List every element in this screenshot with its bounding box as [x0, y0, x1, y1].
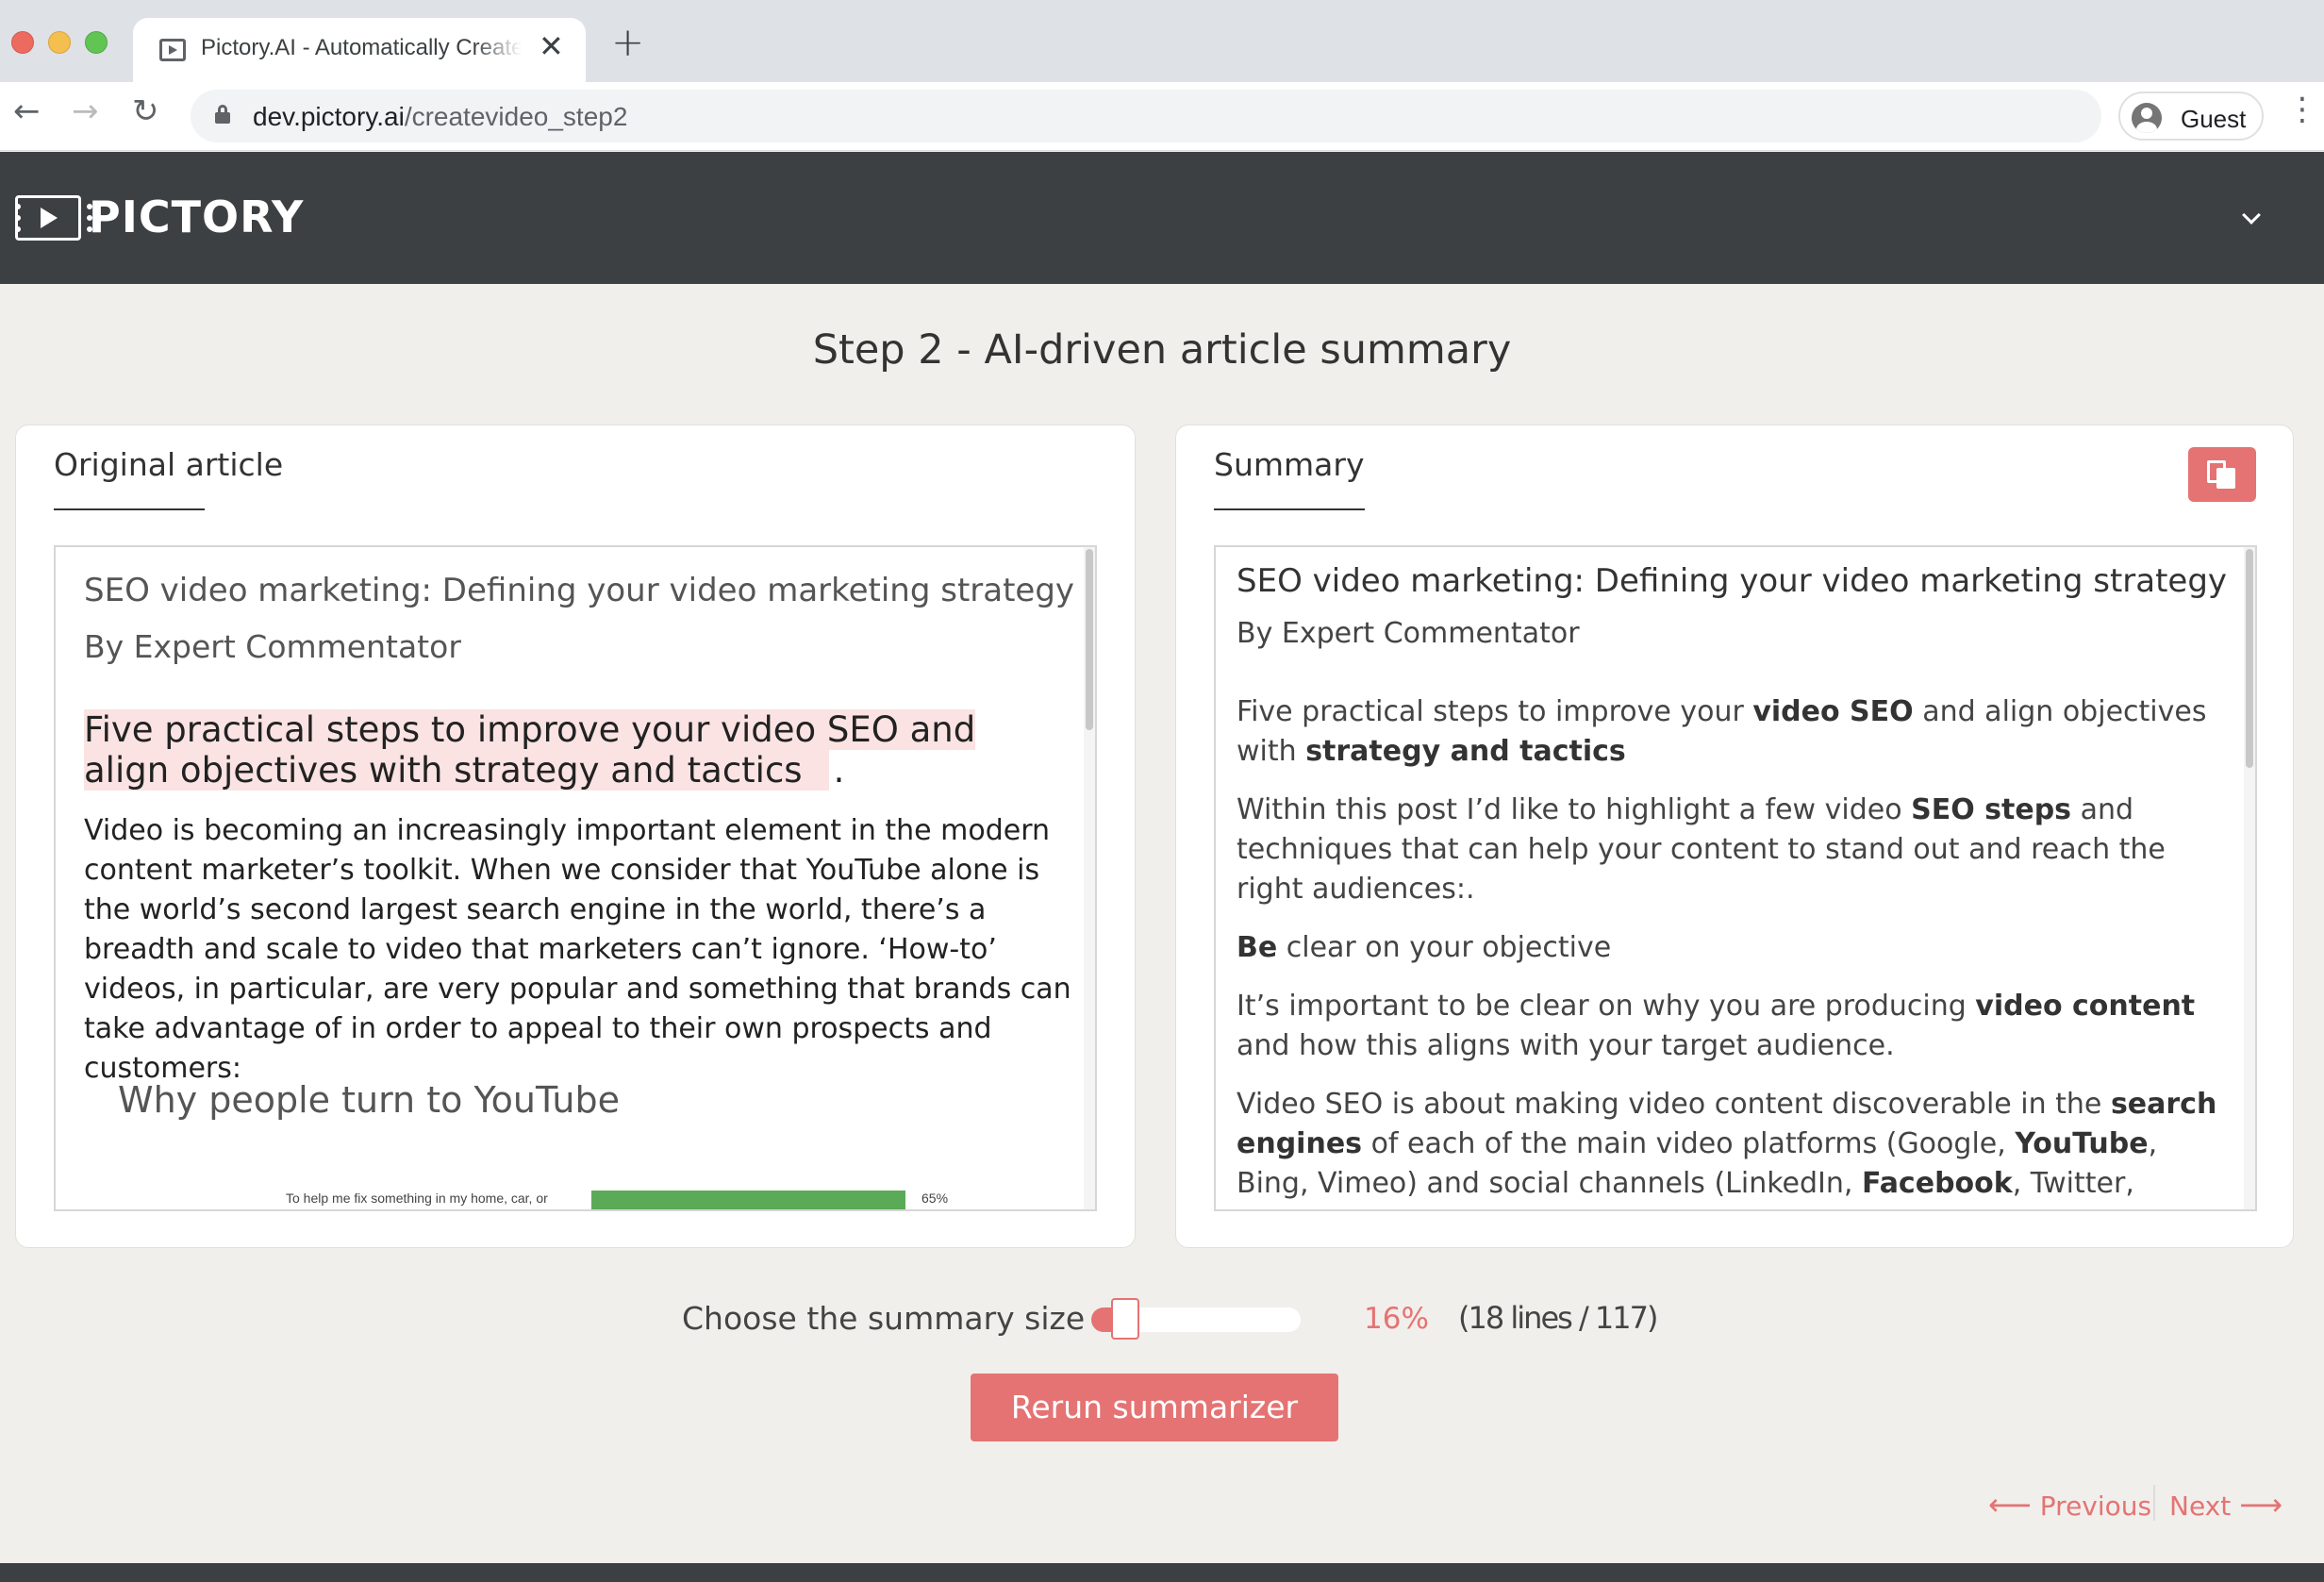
- next-button[interactable]: Next ⟶: [2169, 1487, 2282, 1523]
- summary-text: It’s important to be clear on why you ar…: [1237, 990, 1976, 1023]
- article-byline: By Expert Commentator: [84, 628, 461, 665]
- new-tab-button[interactable]: +: [611, 23, 644, 62]
- summary-keyword: SEO steps: [1911, 793, 2072, 826]
- highlight-period: .: [833, 750, 845, 791]
- back-arrow-icon[interactable]: ←: [13, 95, 41, 127]
- original-article-heading: Original article: [54, 446, 284, 483]
- summary-paragraph: Video SEO is about making video content …: [1237, 1085, 2236, 1209]
- summary-paragraph: Within this post I’d like to highlight a…: [1237, 791, 2236, 909]
- page-title: Step 2 - AI-driven article summary: [812, 326, 1512, 374]
- summary-text: and how this aligns with your target aud…: [1237, 1029, 1895, 1062]
- summary-keyword: video content: [1975, 990, 2196, 1023]
- summary-size-label: Choose the summary size: [682, 1300, 1086, 1337]
- highlighted-sentence[interactable]: Five practical steps to improve your vid…: [84, 709, 1027, 791]
- browser-tab[interactable]: Pictory.AI - Automatically Create ✕: [133, 18, 586, 82]
- summary-byline: By Expert Commentator: [1237, 617, 1580, 650]
- article-title: SEO video marketing: Defining your video…: [84, 572, 1075, 609]
- copy-icon: [2207, 460, 2237, 489]
- nav-divider: [2153, 1485, 2155, 1521]
- scrollbar[interactable]: [2244, 547, 2255, 1209]
- favicon-icon: [159, 39, 186, 61]
- film-play-icon[interactable]: [15, 195, 92, 241]
- tab-close-icon[interactable]: ✕: [539, 31, 564, 61]
- scroll-thumb[interactable]: [2246, 549, 2253, 768]
- summary-paragraph: Five practical steps to improve your vid…: [1237, 692, 2236, 772]
- logo-text[interactable]: PICTORY: [89, 192, 304, 242]
- summary-text: of each of the main video platforms (Goo…: [1362, 1127, 2016, 1160]
- arrow-right-icon: ⟶: [2239, 1487, 2283, 1523]
- summary-paragraph: Be clear on your objective: [1237, 928, 2236, 968]
- previous-label: Previous: [2039, 1490, 2152, 1522]
- arrow-left-icon: ⟵: [1988, 1487, 2032, 1523]
- lock-icon: [215, 105, 230, 124]
- url-text[interactable]: dev.pictory.ai/createvideo_step2: [253, 102, 627, 132]
- article-body: Video is becoming an increasingly import…: [84, 814, 1071, 1085]
- summary-percent: 16%: [1364, 1302, 1429, 1336]
- copy-button[interactable]: [2188, 447, 2256, 502]
- footer-bar: [0, 1563, 2324, 1582]
- profile-label: Guest: [2181, 105, 2247, 133]
- heading-underline: [54, 508, 205, 510]
- scrollbar[interactable]: [1084, 547, 1095, 1209]
- embedded-chart-bar-value: 65%: [921, 1191, 949, 1206]
- embedded-chart-title: Why people turn to YouTube: [118, 1079, 620, 1121]
- summary-text: Video SEO is about making video content …: [1237, 1088, 2111, 1121]
- browser-toolbar: ← → ↻ dev.pictory.ai/createvideo_step2 G…: [0, 82, 2324, 151]
- tab-title: Pictory.AI - Automatically Create: [201, 35, 522, 60]
- rerun-summarizer-button[interactable]: Rerun summarizer: [971, 1374, 1338, 1441]
- summary-paragraphs: Five practical steps to improve your vid…: [1237, 692, 2236, 1209]
- embedded-chart-bar: [591, 1191, 905, 1209]
- next-label: Next: [2169, 1490, 2232, 1522]
- original-article-textbox[interactable]: SEO video marketing: Defining your video…: [54, 545, 1097, 1211]
- previous-button[interactable]: ⟵ Previous: [1988, 1487, 2151, 1523]
- profile-icon: [2132, 103, 2162, 133]
- summary-textbox[interactable]: SEO video marketing: Defining your video…: [1214, 545, 2257, 1211]
- summary-title: SEO video marketing: Defining your video…: [1237, 562, 2228, 600]
- summary-text: clear on your objective: [1277, 931, 1612, 964]
- reload-icon[interactable]: ↻: [132, 95, 159, 127]
- summary-text: Within this post I’d like to highlight a…: [1237, 793, 1912, 826]
- summary-card: Summary SEO video marketing: Defining yo…: [1175, 425, 2294, 1248]
- embedded-chart-bar-label: To help me fix something in my home, car…: [286, 1191, 548, 1206]
- summary-heading: Summary: [1214, 446, 1365, 483]
- app-header: PICTORY: [0, 152, 2324, 284]
- slider-thumb[interactable]: [1111, 1298, 1139, 1340]
- browser-menu-icon[interactable]: ⋮: [2286, 93, 2318, 125]
- scroll-thumb[interactable]: [1086, 549, 1093, 730]
- window-maximize-dot[interactable]: [85, 31, 108, 54]
- summary-paragraph: It’s important to be clear on why you ar…: [1237, 987, 2236, 1066]
- window-minimize-dot[interactable]: [48, 31, 71, 54]
- summary-keyword: strategy and tactics: [1305, 735, 1626, 768]
- profile-button[interactable]: Guest: [2118, 92, 2264, 141]
- summary-keyword: video SEO: [1752, 695, 1914, 728]
- summary-keyword: YouTube: [2015, 1127, 2149, 1160]
- summary-keyword: Be: [1237, 931, 1278, 964]
- summary-text: Five practical steps to improve your: [1237, 695, 1753, 728]
- chevron-down-icon[interactable]: [2242, 206, 2261, 225]
- url-host: dev.pictory.ai: [253, 102, 405, 131]
- summary-keyword: Facebook: [1861, 1167, 2013, 1200]
- forward-arrow-icon[interactable]: →: [72, 95, 99, 127]
- window-close-dot[interactable]: [11, 31, 34, 54]
- summary-line-count: (18 lines / 117): [1458, 1300, 1658, 1336]
- address-bar[interactable]: dev.pictory.ai/createvideo_step2: [191, 90, 2101, 142]
- heading-underline: [1214, 508, 1365, 510]
- browser-tabstrip: Pictory.AI - Automatically Create ✕ +: [0, 0, 2324, 82]
- url-path: /createvideo_step2: [404, 102, 628, 131]
- original-article-card: Original article SEO video marketing: De…: [15, 425, 1136, 1248]
